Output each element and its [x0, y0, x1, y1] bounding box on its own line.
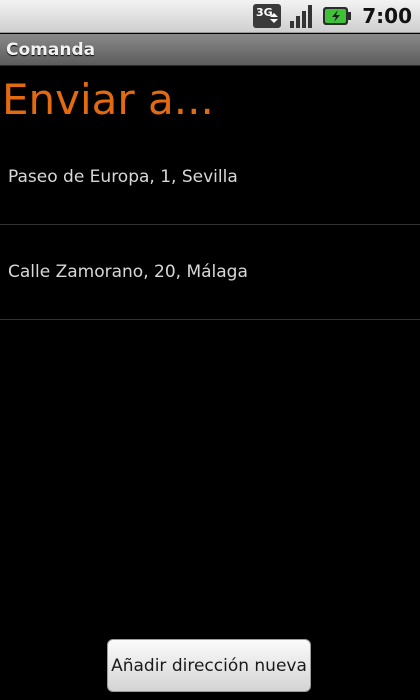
network-type-label: 3G: [256, 6, 273, 19]
title-bar: Comanda: [0, 34, 420, 66]
address-label: Paseo de Europa, 1, Sevilla: [8, 167, 238, 187]
battery-charging-icon: [322, 5, 352, 27]
status-bar: 3G 7:00: [0, 0, 420, 33]
list-item-address-2[interactable]: Calle Zamorano, 20, Málaga: [0, 225, 420, 320]
list-item-address-1[interactable]: Paseo de Europa, 1, Sevilla: [0, 130, 420, 225]
address-list: Paseo de Europa, 1, Sevilla Calle Zamora…: [0, 130, 420, 320]
app-title: Comanda: [6, 39, 96, 60]
3g-data-icon: 3G: [252, 3, 282, 29]
add-address-button[interactable]: Añadir dirección nueva: [107, 639, 311, 692]
app-screen: 3G 7:00 Comanda Enviar a... Paseo de Eur…: [0, 0, 420, 700]
add-address-button-label: Añadir dirección nueva: [111, 655, 307, 676]
page-title: Enviar a...: [2, 75, 214, 124]
signal-strength-icon: [288, 3, 316, 29]
status-time: 7:00: [362, 4, 412, 28]
address-label: Calle Zamorano, 20, Málaga: [8, 262, 248, 282]
